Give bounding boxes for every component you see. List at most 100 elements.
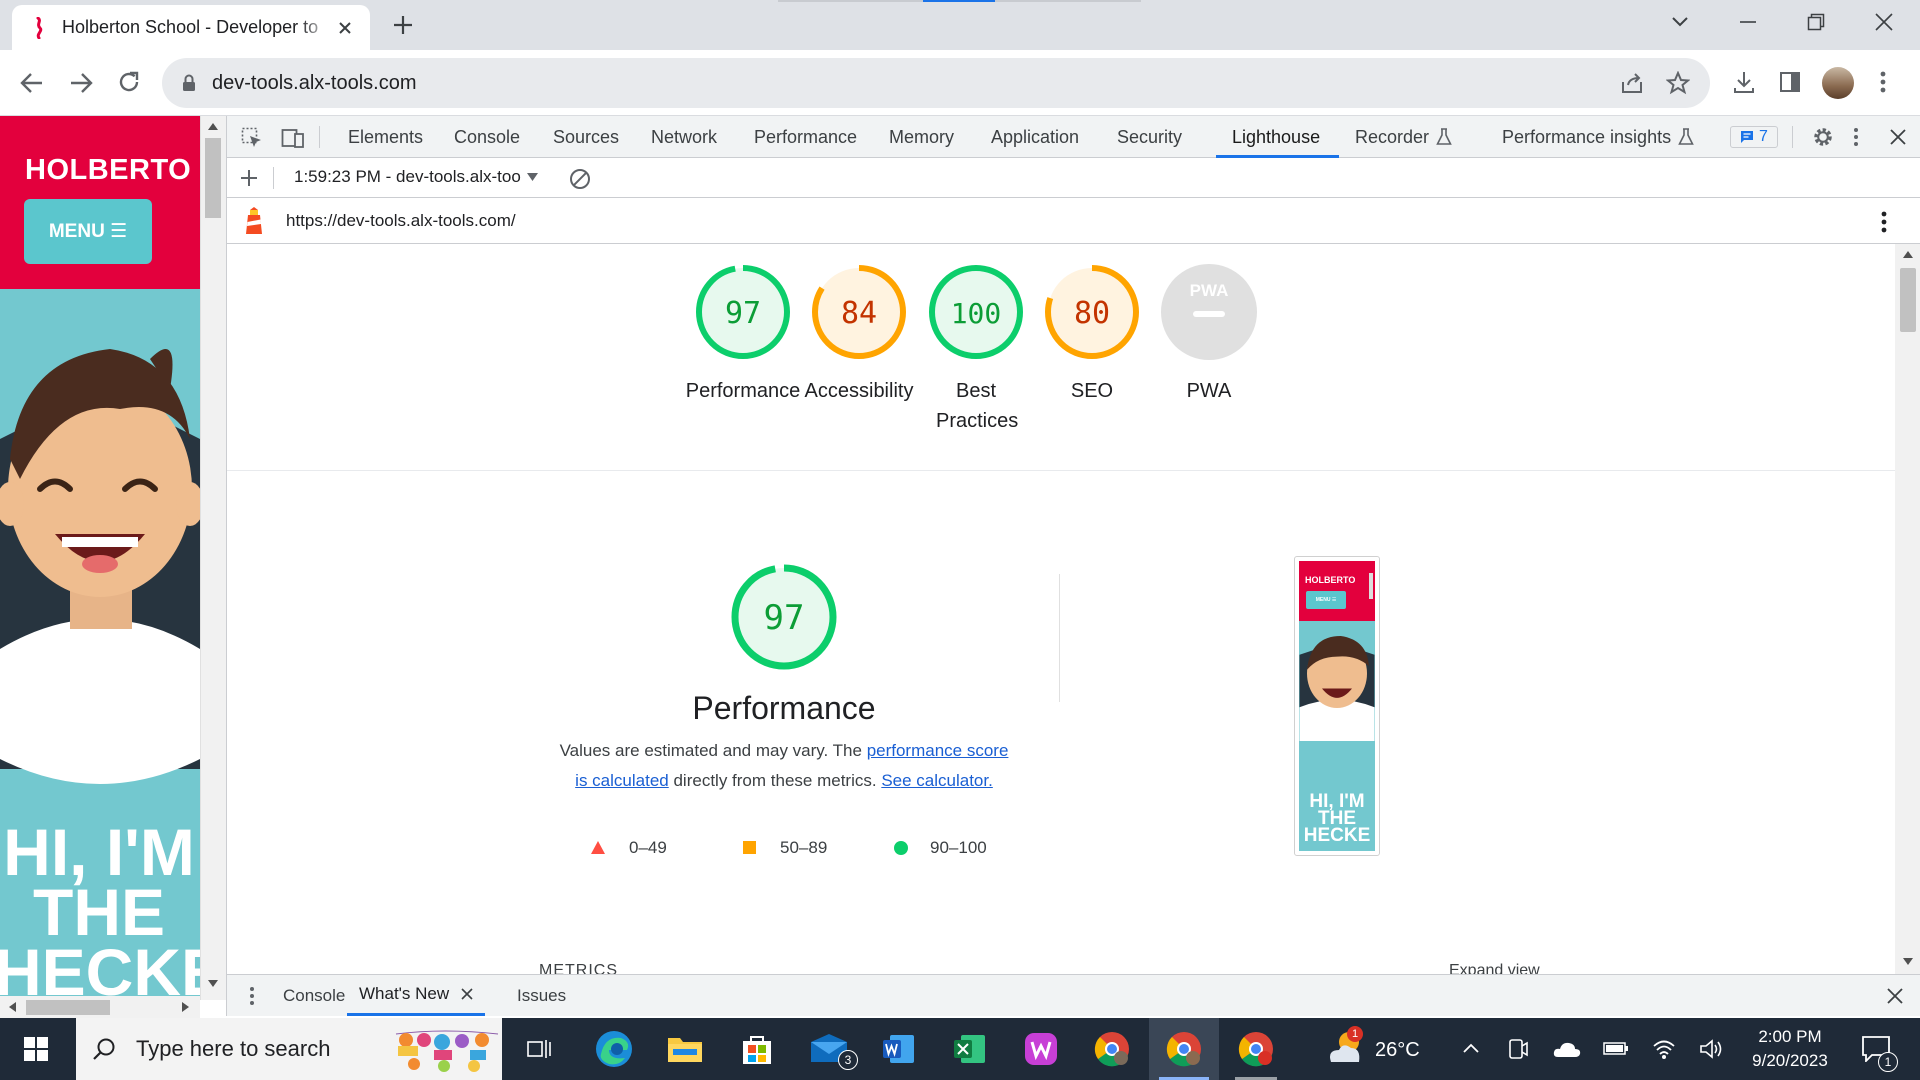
tab-elements[interactable]: Elements (348, 116, 423, 158)
inspect-element-icon[interactable] (241, 127, 263, 149)
new-report-plus-icon[interactable] (240, 169, 258, 187)
windows-logo-icon (24, 1037, 48, 1061)
close-drawer-icon[interactable] (1887, 988, 1903, 1004)
tab-performance[interactable]: Performance (754, 116, 857, 158)
scroll-left-arrow-icon[interactable] (8, 1002, 16, 1012)
page-vertical-scrollbar[interactable] (200, 116, 226, 1000)
scroll-right-arrow-icon[interactable] (182, 1002, 190, 1012)
new-tab-icon[interactable] (392, 14, 414, 36)
issues-counter[interactable]: 7 (1730, 126, 1778, 148)
mail-button[interactable]: 3 (794, 1018, 864, 1080)
devtools-more-icon[interactable] (1853, 127, 1859, 147)
file-explorer-button[interactable] (650, 1018, 720, 1080)
close-window-icon[interactable] (1854, 6, 1914, 38)
expand-view-button[interactable]: Expand view (1449, 962, 1540, 974)
clear-reports-icon[interactable] (569, 168, 591, 190)
side-panel-icon[interactable] (1779, 71, 1801, 93)
drawer-tab-issues[interactable]: Issues (517, 986, 566, 1006)
report-menu-icon[interactable] (1881, 211, 1887, 233)
taskbar-search-box[interactable]: Type here to search (76, 1018, 502, 1080)
gauge-pwa[interactable]: PWA PWA (1149, 262, 1269, 406)
scroll-up-arrow-icon[interactable] (208, 122, 218, 130)
battery-icon[interactable] (1603, 1040, 1629, 1056)
bookmark-star-icon[interactable] (1666, 71, 1690, 95)
onedrive-cloud-icon[interactable] (1553, 1040, 1581, 1058)
scroll-down-arrow-icon[interactable] (208, 980, 218, 988)
gauge-label-best-practices: Best Practices (936, 380, 1019, 432)
volume-icon[interactable] (1699, 1038, 1723, 1060)
page-scroll-thumb[interactable] (205, 138, 221, 218)
site-menu-button[interactable]: MENU ☰ (24, 199, 152, 264)
legend-average-range: 50–89 (780, 838, 828, 857)
ms-store-button[interactable] (722, 1018, 792, 1080)
tab-console[interactable]: Console (454, 116, 520, 158)
word-button[interactable] (864, 1018, 934, 1080)
tab-application[interactable]: Application (991, 116, 1079, 158)
excel-button[interactable] (935, 1018, 1005, 1080)
close-drawer-tab-icon[interactable] (461, 988, 473, 1000)
forward-icon[interactable] (69, 72, 93, 94)
start-button[interactable] (0, 1018, 72, 1080)
show-hidden-icons-chevron-icon[interactable] (1462, 1042, 1480, 1054)
site-logo[interactable]: HOLBERTO (25, 154, 191, 187)
settings-gear-icon[interactable] (1812, 126, 1834, 148)
page-hscroll-thumb[interactable] (26, 1000, 110, 1015)
gauge-seo[interactable]: 80 SEO (1032, 262, 1152, 406)
share-icon[interactable] (1620, 72, 1644, 94)
drawer-tab-whats-new[interactable]: What's New (347, 975, 486, 1016)
is-calculated-link[interactable]: is calculated (575, 771, 669, 790)
device-toolbar-icon[interactable] (281, 127, 305, 149)
weather-widget[interactable]: 1 26°C (1325, 1026, 1445, 1070)
report-scroll-thumb[interactable] (1900, 268, 1916, 332)
address-bar[interactable]: dev-tools.alx-tools.com (162, 58, 1710, 108)
tab-network[interactable]: Network (651, 116, 717, 158)
meet-now-icon[interactable] (1508, 1038, 1528, 1060)
tab-performance-insights[interactable]: Performance insights (1502, 116, 1694, 158)
tab-security[interactable]: Security (1117, 116, 1182, 158)
clock[interactable]: 2:00 PM 9/20/2023 (1740, 1025, 1840, 1073)
report-scrollbar[interactable] (1895, 244, 1920, 974)
tab-sources[interactable]: Sources (553, 116, 619, 158)
final-screenshot-thumbnail[interactable]: HOLBERTO MENU ☰ HI, I'M THE HECKE (1294, 556, 1380, 856)
chrome-profile-2-button[interactable] (1149, 1018, 1219, 1080)
download-icon[interactable] (1732, 70, 1756, 94)
chrome-menu-icon[interactable] (1880, 70, 1886, 94)
reload-icon[interactable] (117, 70, 141, 94)
back-icon[interactable] (20, 72, 44, 94)
browser-tab[interactable]: Holberton School - Developer to (12, 5, 370, 50)
chrome-profile-3-button[interactable] (1221, 1018, 1291, 1080)
search-placeholder: Type here to search (136, 1036, 331, 1061)
wifi-icon[interactable] (1652, 1038, 1676, 1060)
report-url[interactable]: https://dev-tools.alx-tools.com/ (286, 211, 516, 231)
see-calculator-link[interactable]: See calculator. (881, 771, 993, 790)
task-view-button[interactable] (505, 1018, 575, 1080)
performance-score-link[interactable]: performance score (867, 741, 1009, 760)
edge-button[interactable] (579, 1018, 649, 1080)
scroll-up-arrow-icon[interactable] (1903, 250, 1913, 258)
report-url-bar: https://dev-tools.alx-tools.com/ (227, 198, 1920, 244)
drawer-menu-icon[interactable] (249, 986, 255, 1006)
tab-lighthouse[interactable]: Lighthouse (1232, 116, 1320, 158)
profile-avatar[interactable] (1822, 67, 1854, 99)
restore-icon[interactable] (1786, 6, 1846, 38)
tab-memory[interactable]: Memory (889, 116, 954, 158)
chrome-profile-1-button[interactable] (1077, 1018, 1147, 1080)
wps-button[interactable] (1006, 1018, 1076, 1080)
lock-icon[interactable] (182, 74, 196, 92)
windows-taskbar: Type here to search 3 1 26°C 2:00 PM 9/2… (0, 1018, 1920, 1080)
page-horizontal-scrollbar[interactable] (0, 996, 200, 1018)
minimize-icon[interactable] (1718, 6, 1778, 38)
close-tab-icon[interactable] (338, 21, 352, 35)
gauge-best-practices[interactable]: 100 Best Practices (916, 262, 1036, 436)
gauge-accessibility[interactable]: 84 Accessibility (799, 262, 919, 406)
tab-search-icon[interactable] (1650, 6, 1710, 38)
hero-line-1: HI, I'M (3, 815, 195, 889)
performance-big-gauge[interactable]: 97 (729, 562, 839, 672)
notification-center-button[interactable]: 1 (1856, 1028, 1900, 1072)
close-devtools-icon[interactable] (1890, 129, 1906, 145)
gauge-performance[interactable]: 97 Performance (683, 262, 803, 406)
drawer-tab-console[interactable]: Console (283, 986, 345, 1006)
scroll-down-arrow-icon[interactable] (1903, 958, 1913, 966)
tab-recorder[interactable]: Recorder (1355, 116, 1452, 158)
report-selector[interactable]: 1:59:23 PM - dev-tools.alx-too (294, 167, 538, 187)
